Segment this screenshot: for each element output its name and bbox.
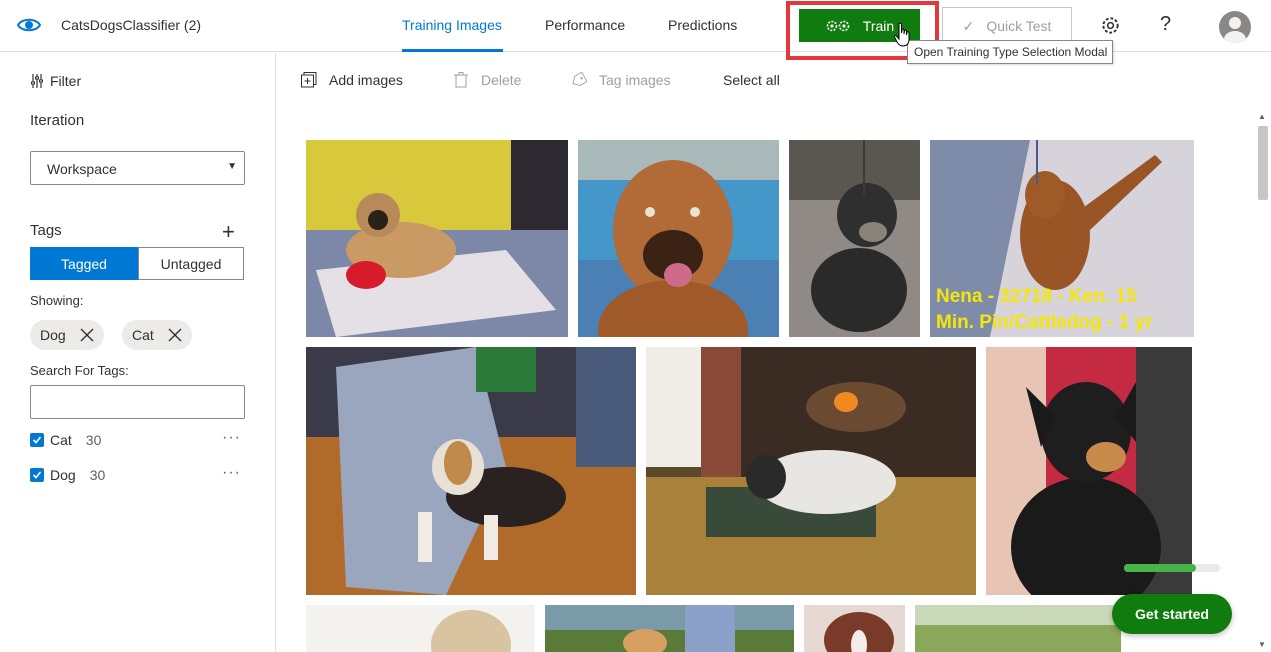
filter-chip-dog: Dog bbox=[30, 320, 104, 350]
dog-image-boxer-mix[interactable] bbox=[578, 140, 779, 337]
add-images-label: Add images bbox=[329, 72, 403, 88]
more-options-icon[interactable]: ··· bbox=[222, 429, 241, 447]
quick-test-label: Quick Test bbox=[986, 18, 1052, 34]
dog-image-with-person[interactable] bbox=[545, 605, 794, 652]
more-options-icon[interactable]: ··· bbox=[222, 464, 241, 482]
checkbox-checked-icon[interactable] bbox=[30, 468, 44, 482]
caret-down-icon: ▼ bbox=[227, 161, 237, 172]
add-image-icon bbox=[301, 72, 317, 88]
dog-image-by-fireplace[interactable] bbox=[646, 347, 976, 595]
avatar[interactable] bbox=[1219, 11, 1251, 43]
scroll-up-icon[interactable]: ▲ bbox=[1258, 112, 1266, 121]
dog-image-black-tan[interactable] bbox=[986, 347, 1192, 595]
dog-image-puppy-on-blanket[interactable] bbox=[306, 140, 568, 337]
train-tooltip: Open Training Type Selection Modal bbox=[907, 40, 1113, 64]
dog-image-brown-white[interactable] bbox=[804, 605, 905, 652]
tagged-toggle[interactable]: Tagged bbox=[30, 247, 138, 280]
checkbox-checked-icon[interactable] bbox=[30, 433, 44, 447]
tab-predictions[interactable]: Predictions bbox=[668, 17, 737, 33]
delete-button[interactable]: Delete bbox=[453, 72, 521, 88]
tab-training-images[interactable]: Training Images bbox=[402, 17, 502, 33]
tab-performance[interactable]: Performance bbox=[545, 17, 625, 33]
add-tag-icon[interactable]: + bbox=[222, 221, 235, 243]
dog-image-beagle-on-floor[interactable] bbox=[306, 347, 636, 595]
chip-label: Dog bbox=[40, 327, 66, 343]
delete-label: Delete bbox=[481, 72, 522, 88]
onboarding-progress-fill bbox=[1124, 564, 1196, 572]
close-icon[interactable] bbox=[80, 328, 94, 342]
filter-label: Filter bbox=[50, 73, 82, 89]
add-images-button[interactable]: Add images bbox=[301, 72, 403, 88]
get-started-button[interactable]: Get started bbox=[1112, 594, 1232, 634]
tags-heading: Tags bbox=[30, 222, 62, 239]
tag-count: 30 bbox=[85, 432, 102, 448]
tag-name: Dog bbox=[50, 467, 76, 483]
iteration-value: Workspace bbox=[47, 161, 117, 177]
check-icon: ✓ bbox=[962, 17, 975, 34]
image-overlay-text-1: Nena - 32718 - Ken. 15 bbox=[936, 286, 1137, 307]
iteration-heading: Iteration bbox=[30, 112, 85, 129]
untagged-toggle[interactable]: Untagged bbox=[138, 247, 244, 280]
user-icon bbox=[1224, 17, 1246, 43]
tag-icon bbox=[572, 72, 587, 86]
select-all-button[interactable]: Select all bbox=[723, 72, 780, 88]
onboarding-progress-bar bbox=[1124, 564, 1220, 572]
dog-image-schnauzer[interactable] bbox=[789, 140, 920, 337]
tag-images-button[interactable]: Tag images bbox=[571, 72, 671, 88]
eye-logo-icon[interactable] bbox=[16, 12, 42, 38]
select-all-label: Select all bbox=[723, 72, 780, 88]
active-tab-indicator bbox=[402, 49, 503, 52]
project-title: CatsDogsClassifier (2) bbox=[61, 17, 202, 33]
tag-row-cat[interactable]: Cat 30 bbox=[30, 432, 101, 448]
scroll-down-icon[interactable]: ▼ bbox=[1258, 640, 1266, 649]
iteration-dropdown[interactable]: Workspace ▼ bbox=[30, 151, 245, 185]
tag-count: 30 bbox=[89, 467, 106, 483]
scrollbar-thumb[interactable] bbox=[1258, 126, 1268, 200]
filter-sliders-icon bbox=[31, 74, 43, 88]
search-tags-input[interactable] bbox=[30, 385, 245, 419]
trash-icon bbox=[454, 72, 468, 88]
tag-row-dog[interactable]: Dog 30 bbox=[30, 467, 105, 483]
filter-toggle[interactable]: Filter bbox=[30, 73, 81, 89]
close-icon[interactable] bbox=[168, 328, 182, 342]
sidebar: Filter Iteration Workspace ▼ Tags + Tagg… bbox=[0, 53, 276, 652]
dog-image-on-grass[interactable] bbox=[915, 605, 1121, 652]
search-tags-label: Search For Tags: bbox=[30, 363, 129, 378]
showing-label: Showing: bbox=[30, 293, 84, 308]
gear-icon[interactable] bbox=[1100, 15, 1121, 36]
dog-image-cattledog[interactable]: Nena - 32718 - Ken. 15 Min. Pin/Cattledo… bbox=[930, 140, 1194, 337]
tag-name: Cat bbox=[50, 432, 72, 448]
image-overlay-text-2: Min. Pin/Cattledog - 1 yr bbox=[936, 312, 1153, 333]
chip-label: Cat bbox=[132, 327, 154, 343]
dog-image-afghan[interactable] bbox=[306, 605, 535, 652]
help-icon[interactable]: ? bbox=[1160, 13, 1171, 36]
hand-cursor-icon bbox=[893, 22, 910, 47]
filter-chip-cat: Cat bbox=[122, 320, 192, 350]
tag-images-label: Tag images bbox=[599, 72, 671, 88]
